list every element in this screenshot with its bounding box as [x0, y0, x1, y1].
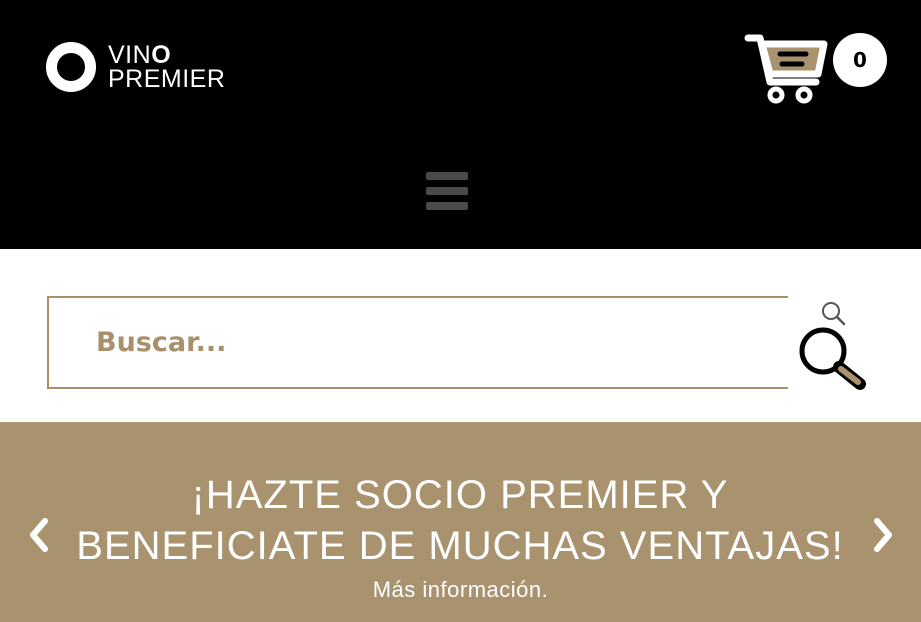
hamburger-menu-icon-bar	[426, 172, 468, 180]
more-info-link[interactable]: Más información.	[0, 577, 921, 603]
cart-button[interactable]	[744, 30, 834, 106]
hamburger-menu-icon-bar	[426, 187, 468, 195]
search-input[interactable]	[96, 298, 786, 387]
hamburger-menu-icon-bar	[426, 202, 468, 210]
logo-mark	[46, 42, 96, 92]
site-header: VINO PREMIER 0	[0, 0, 921, 249]
vino-premier-logo[interactable]: VINO PREMIER	[46, 42, 246, 94]
chevron-right-icon	[874, 518, 892, 552]
search-box	[47, 296, 788, 389]
search-small-icon[interactable]	[818, 299, 848, 329]
search-icon[interactable]	[796, 326, 870, 392]
banner-title: ¡HAZTE SOCIO PREMIER Y BENEFICIATE DE MU…	[76, 473, 844, 568]
logo-wordmark: VINO PREMIER	[108, 43, 226, 93]
carousel-next-button[interactable]	[869, 515, 897, 555]
chevron-left-icon	[30, 518, 48, 552]
carousel-prev-button[interactable]	[25, 515, 53, 555]
hamburger-menu-button[interactable]	[426, 172, 468, 210]
shopping-cart-icon	[744, 34, 828, 104]
cart-count-badge: 0	[833, 33, 887, 87]
logo-text-premier: PREMIER	[108, 65, 226, 93]
